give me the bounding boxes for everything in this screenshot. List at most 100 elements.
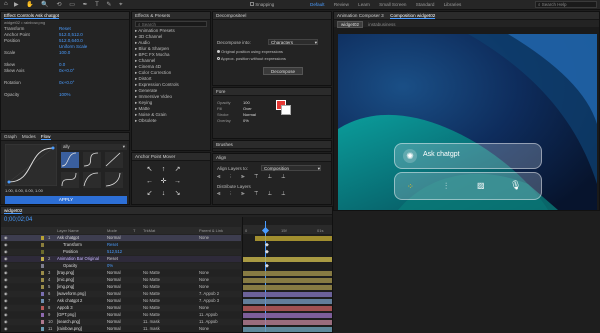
anchor-arrow-button[interactable]: ↑: [158, 165, 169, 175]
layer-duration-bar[interactable]: [243, 306, 332, 311]
property-value[interactable]: 512.0,640.0: [59, 38, 83, 43]
layer-duration-bar[interactable]: [243, 313, 332, 318]
anchor-arrow-button[interactable]: ←: [144, 177, 155, 187]
table-row[interactable]: ◉ 1 Ask chatgpt Normal None: [1, 235, 241, 241]
layer-duration-bar[interactable]: [243, 257, 332, 262]
label-color-swatch[interactable]: [41, 257, 44, 261]
label-color-swatch[interactable]: [41, 271, 44, 275]
ask-chatgpt-bubble[interactable]: ✺ Ask chatgpt: [394, 143, 542, 169]
layer-mode[interactable]: 512,512: [107, 249, 122, 255]
ease-preset-swatch[interactable]: [61, 172, 79, 188]
decompose-button[interactable]: Decompose: [263, 67, 303, 75]
align-buttons[interactable]: ⫷ ⫶ ⫸ ⊤ ⊥ ⊥: [217, 174, 289, 181]
layer-parent[interactable]: 7. Appob 2: [199, 291, 219, 297]
keyframe-row[interactable]: ◆: [265, 264, 270, 269]
layer-mode[interactable]: Normal: [107, 284, 121, 290]
layer-name[interactable]: [search.png]: [57, 319, 80, 325]
keyframe-row[interactable]: ◆: [265, 243, 270, 248]
layer-name[interactable]: Ask chatgpt 2: [57, 298, 82, 304]
visibility-eye-icon[interactable]: ◉: [4, 291, 8, 297]
brushes-title[interactable]: Brushes: [213, 141, 331, 149]
label-color-swatch[interactable]: [41, 320, 44, 324]
presets-dropdown[interactable]: ally ▾: [61, 144, 127, 150]
anchor-arrow-button[interactable]: ↘: [172, 189, 183, 199]
label-color-swatch[interactable]: [41, 285, 44, 289]
tab-flow[interactable]: Flow: [40, 134, 51, 140]
anchor-arrow-button[interactable]: ↗: [172, 165, 183, 175]
layer-parent[interactable]: 7. Appob 3: [199, 298, 219, 304]
layer-parent[interactable]: 11. Appob: [199, 319, 218, 325]
layer-duration-bar[interactable]: [255, 236, 332, 241]
visibility-eye-icon[interactable]: ◉: [4, 249, 8, 255]
table-row[interactable]: ◉ 5 [img.png] Normal No Matte None: [1, 284, 241, 290]
layer-name[interactable]: Appob 3: [57, 305, 73, 311]
layer-trkmat[interactable]: No Matte: [143, 284, 160, 290]
layer-mode[interactable]: Normal: [107, 305, 121, 311]
label-color-swatch[interactable]: [41, 278, 44, 282]
tools-icons[interactable]: ▶ ✋ 🔍 ⟲ ▭ ✒ T ✎ ⌖: [14, 1, 125, 9]
anchor-arrow-button[interactable]: →: [172, 177, 183, 187]
workspace-learn[interactable]: Learn: [358, 2, 370, 7]
option-expressions[interactable]: Original position using expressions: [217, 49, 283, 54]
table-row[interactable]: ◉ Position 512,512: [1, 249, 241, 255]
layer-duration-bar[interactable]: [243, 292, 332, 297]
anchor-arrow-button[interactable]: ✛: [158, 177, 169, 187]
property-value[interactable]: Uniform Scale: [59, 44, 87, 49]
layer-trkmat[interactable]: No Matte: [143, 298, 160, 304]
layer-parent[interactable]: None: [199, 235, 209, 241]
layer-mode[interactable]: Normal: [107, 277, 121, 283]
visibility-eye-icon[interactable]: ◉: [4, 263, 8, 269]
layer-mode[interactable]: Reset: [107, 256, 118, 262]
table-row[interactable]: ◉ 8 Appob 3 Normal No Matte None: [1, 305, 241, 311]
workspace-review[interactable]: Review: [334, 2, 349, 7]
layer-name[interactable]: [rainbow.png]: [57, 326, 82, 332]
label-color-swatch[interactable]: [41, 292, 44, 296]
table-row[interactable]: ◉ 7 Ask chatgpt 2 Normal No Matte 7. Appob 3: [1, 298, 241, 304]
layer-mode[interactable]: Normal: [107, 298, 121, 304]
effects-search-input[interactable]: ⌕ Search: [135, 21, 207, 27]
layer-duration-bar[interactable]: [243, 285, 332, 290]
waveform-icon[interactable]: ⫶: [445, 181, 447, 192]
property-value[interactable]: 0x+0.0°: [59, 80, 74, 85]
table-row[interactable]: ◉ 11 [rainbow.png] Normal 11. mask None: [1, 326, 241, 332]
layer-parent[interactable]: None: [199, 326, 209, 332]
subtab-widget02[interactable]: widget02: [337, 21, 364, 28]
anchor-arrow-button[interactable]: ↙: [144, 189, 155, 199]
label-color-swatch[interactable]: [41, 236, 44, 240]
layer-mode[interactable]: Normal: [107, 319, 121, 325]
layer-parent[interactable]: 11. Appob: [199, 312, 218, 318]
layer-mode[interactable]: Reset: [107, 242, 118, 248]
layer-trkmat[interactable]: 11. mask: [143, 319, 160, 325]
decompose-select[interactable]: Characters ▾: [268, 39, 318, 45]
visibility-eye-icon[interactable]: ◉: [4, 305, 8, 311]
easing-curve-graph[interactable]: [5, 144, 57, 186]
layer-mode[interactable]: 0%: [107, 263, 113, 269]
anchor-arrow-button[interactable]: ↓: [158, 189, 169, 199]
layer-trkmat[interactable]: 11. mask: [143, 326, 160, 332]
layer-mode[interactable]: Normal: [107, 291, 121, 297]
grid-icon[interactable]: ⁘: [407, 182, 414, 191]
label-color-swatch[interactable]: [41, 306, 44, 310]
layer-trkmat[interactable]: No Matte: [143, 291, 160, 297]
tab-animation-composer[interactable]: Animation Composer 3: [337, 13, 384, 18]
fill-value[interactable]: Over: [243, 106, 252, 111]
layer-parent[interactable]: None: [199, 270, 209, 276]
effect-property-row[interactable]: Opacity 100%: [1, 92, 129, 98]
workspace-default[interactable]: Default: [310, 2, 325, 7]
layer-trkmat[interactable]: No Matte: [143, 305, 160, 311]
layer-name[interactable]: Transform: [63, 242, 82, 248]
effects-category[interactable]: ▸ Obsolete: [132, 118, 210, 124]
layer-parent[interactable]: None: [199, 277, 209, 283]
ease-preset-swatch[interactable]: [105, 152, 123, 168]
tab-modes[interactable]: Modes: [22, 134, 36, 139]
label-color-swatch[interactable]: [41, 327, 44, 331]
property-value[interactable]: 100%: [59, 92, 71, 97]
layer-duration-bar[interactable]: [243, 271, 332, 276]
table-row[interactable]: ◉ Transform Reset: [1, 242, 241, 248]
visibility-eye-icon[interactable]: ◉: [4, 235, 8, 241]
image-icon[interactable]: ▨: [477, 181, 485, 190]
table-row[interactable]: ◉ 6 [waveform.png] Normal No Matte 7. Appob 2: [1, 291, 241, 297]
microphone-icon[interactable]: 🎙: [510, 180, 521, 191]
visibility-eye-icon[interactable]: ◉: [4, 242, 8, 248]
visibility-eye-icon[interactable]: ◉: [4, 284, 8, 290]
